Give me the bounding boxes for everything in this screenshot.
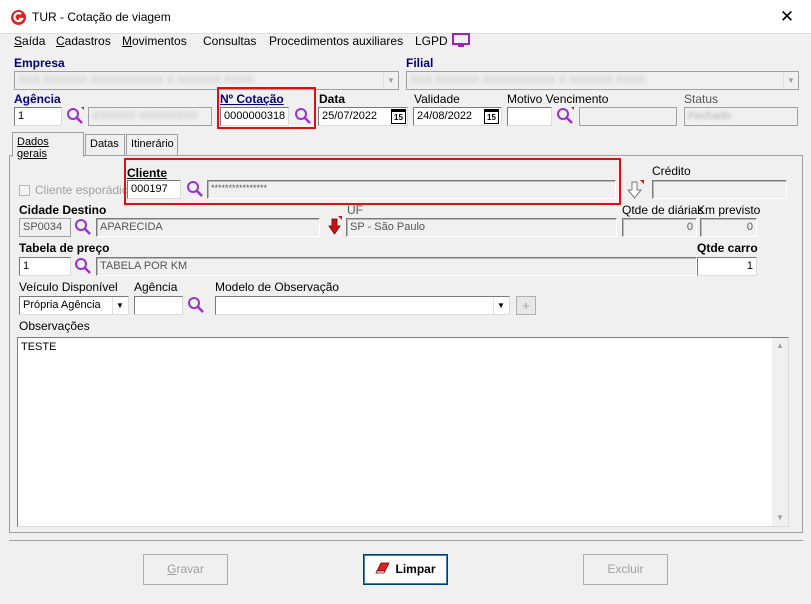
app-logo-icon — [11, 10, 26, 25]
cidade-name-field: APARECIDA — [96, 218, 320, 237]
menu-movimentos[interactable]: Movimentos — [122, 34, 187, 48]
motivo-vencimento-desc — [579, 107, 677, 126]
modelo-observacao-label: Modelo de Observação — [215, 280, 340, 294]
search-icon[interactable] — [556, 107, 574, 125]
cliente-name-field: **************** — [207, 180, 616, 199]
scroll-up-icon[interactable]: ▲ — [772, 338, 788, 354]
cliente-esporadico-checkbox[interactable] — [19, 185, 30, 196]
cliente-code-input[interactable]: 000197 — [127, 180, 181, 199]
window-title: TUR - Cotação de viagem — [32, 10, 171, 24]
cidade-destino-label: Cidade Destino — [19, 203, 107, 217]
filial-label: Filial — [406, 56, 434, 70]
monitor-icon[interactable] — [452, 33, 470, 48]
menu-procedimentos-auxiliares[interactable]: Procedimentos auxiliares — [269, 34, 403, 48]
qtde-carro-label: Qtde carro — [697, 241, 758, 255]
observacoes-label: Observações — [19, 319, 90, 333]
qtde-diarias-label: Qtde de diárias — [622, 203, 704, 217]
arrow-down-outline-icon[interactable] — [626, 180, 644, 200]
qtde-carro-input[interactable]: 1 — [697, 257, 757, 276]
search-icon[interactable] — [66, 107, 84, 125]
limpar-button[interactable]: Limpar — [363, 554, 448, 585]
search-icon[interactable] — [294, 107, 312, 125]
menu-cadastros[interactable]: Cadastros — [56, 34, 111, 48]
cotacao-label: Nº Cotação — [220, 92, 284, 106]
cotacao-input[interactable]: 0000000318 — [220, 107, 289, 126]
gravar-button[interactable]: Gravar — [143, 554, 228, 585]
tab-dados-gerais[interactable]: Dados gerais — [12, 132, 84, 160]
menu-consultas[interactable]: Consultas — [203, 34, 256, 48]
credito-label: Crédito — [652, 164, 691, 178]
empresa-label: Empresa — [14, 56, 65, 70]
plus-icon: + — [522, 298, 530, 313]
cidade-code-field[interactable]: SP0034 — [19, 218, 71, 237]
km-previsto-field: 0 — [700, 218, 757, 237]
menu-lgpd[interactable]: LGPD — [415, 34, 448, 48]
search-icon[interactable] — [186, 180, 204, 198]
credito-field — [652, 180, 787, 199]
calendar-icon[interactable]: 15 — [391, 109, 406, 124]
validade-label: Validade — [414, 92, 460, 106]
empresa-select[interactable]: XXX XXXXXX XXXXXXXXXX X XXXXXX XXXX — [14, 71, 399, 90]
agencia-code-input[interactable]: 1 — [14, 107, 62, 126]
observacoes-scrollbar[interactable]: ▲ ▼ — [772, 338, 788, 526]
search-icon[interactable] — [74, 218, 92, 236]
motivo-vencimento-label: Motivo Vencimento — [507, 92, 609, 106]
agencia2-input[interactable] — [134, 296, 183, 315]
chevron-down-icon[interactable]: ▼ — [783, 72, 798, 89]
chevron-down-icon[interactable]: ▼ — [493, 297, 508, 314]
scroll-down-icon[interactable]: ▼ — [772, 510, 788, 526]
veiculo-disponivel-label: Veículo Disponível — [19, 280, 118, 294]
data-label: Data — [319, 92, 346, 106]
menu-saida[interactable]: Saída — [14, 34, 45, 48]
close-icon[interactable]: ✕ — [776, 6, 798, 28]
eraser-icon — [375, 562, 391, 574]
motivo-vencimento-input[interactable] — [507, 107, 552, 126]
chevron-down-icon[interactable]: ▼ — [383, 72, 398, 89]
uf-field: SP - São Paulo — [346, 218, 617, 237]
agencia-name-field: XXXXXX XXXXXXXX — [88, 107, 212, 126]
add-modelo-button[interactable]: + — [516, 296, 536, 315]
observacoes-textarea[interactable]: TESTE — [17, 337, 789, 527]
tab-itinerario[interactable]: Itinerário — [126, 134, 178, 155]
filial-select[interactable]: XXX XXXXXX XXXXXXXXXX X XXXXXX XXXX — [406, 71, 799, 90]
search-icon[interactable] — [74, 257, 92, 275]
search-icon[interactable] — [187, 296, 205, 314]
excluir-button[interactable]: Excluir — [583, 554, 668, 585]
tabela-name-field: TABELA POR KM — [96, 257, 697, 276]
tab-datas[interactable]: Datas — [85, 134, 125, 155]
arrow-down-red-icon[interactable] — [328, 216, 342, 236]
km-previsto-label: Km previsto — [697, 203, 761, 217]
status-label: Status — [684, 92, 719, 106]
tabela-code-input[interactable]: 1 — [19, 257, 71, 276]
agencia2-label: Agência — [134, 280, 178, 294]
cliente-label: Cliente — [127, 166, 168, 180]
chevron-down-icon[interactable]: ▼ — [112, 297, 127, 314]
qtde-diarias-field: 0 — [622, 218, 697, 237]
calendar-icon[interactable]: 15 — [484, 109, 499, 124]
status-field: Fechado — [684, 107, 798, 126]
cliente-esporadico-label: Cliente esporádico — [35, 183, 135, 197]
tabela-preco-label: Tabela de preço — [19, 241, 110, 255]
uf-label: UF — [347, 203, 363, 217]
modelo-observacao-select[interactable] — [215, 296, 510, 315]
agencia-label: Agência — [14, 92, 61, 106]
